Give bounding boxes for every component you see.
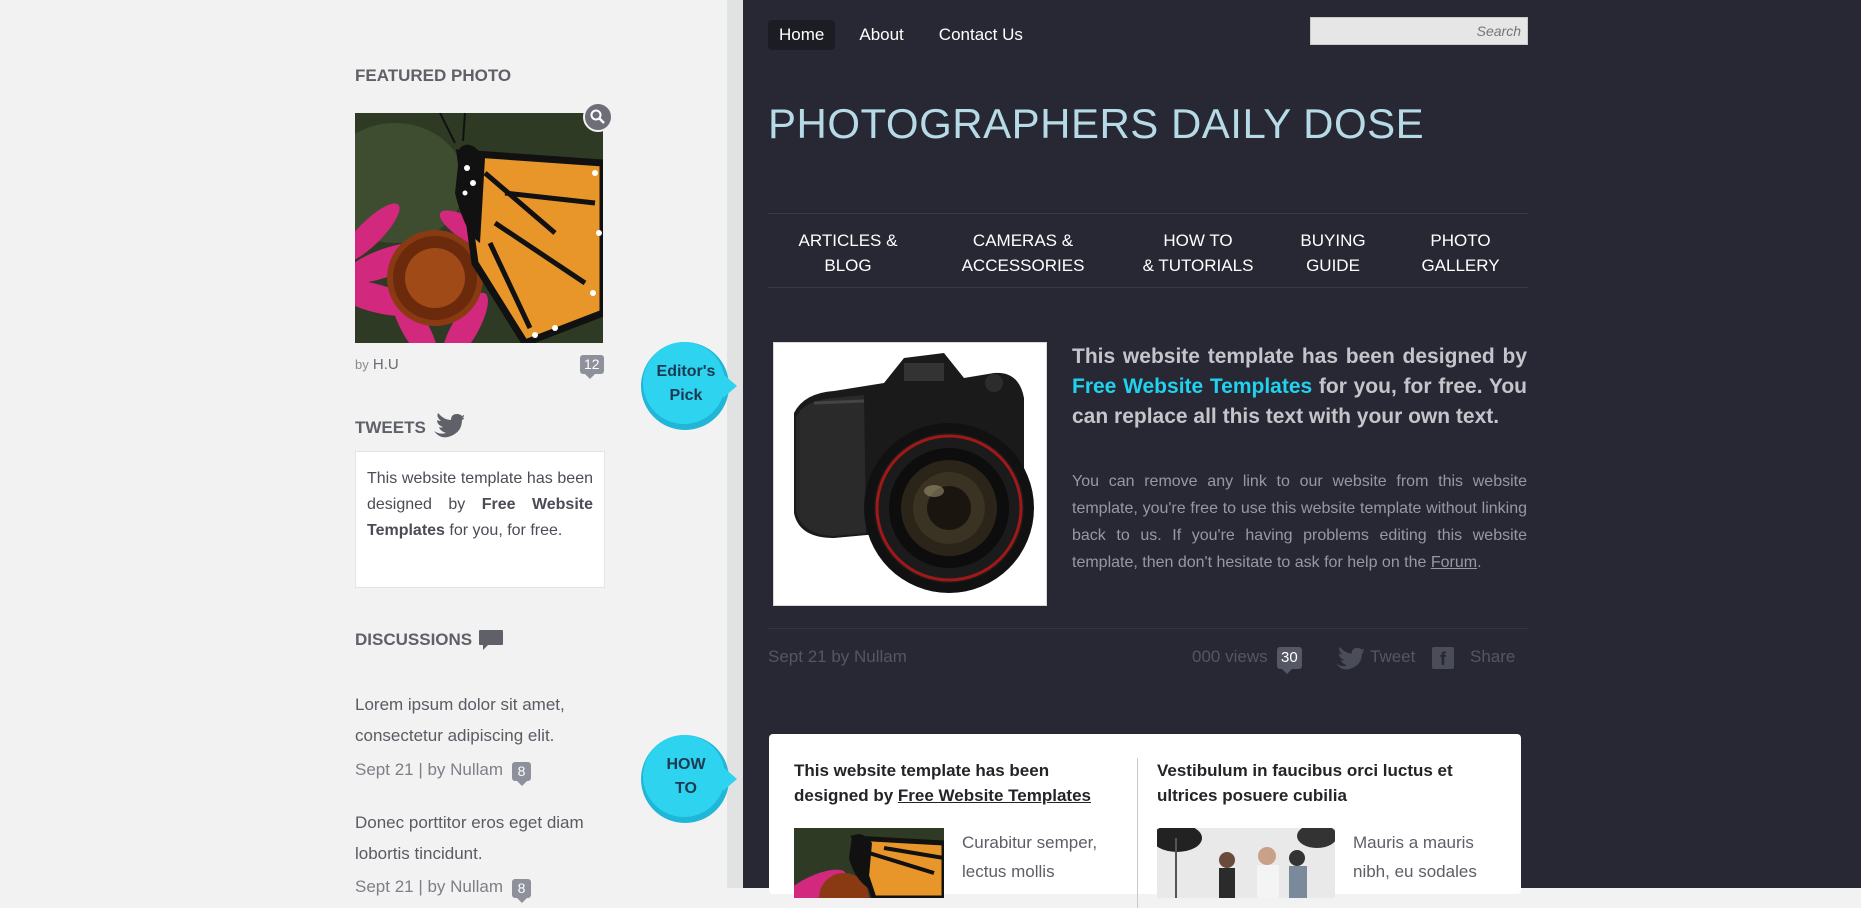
discussions-heading: DISCUSSIONS [355, 630, 473, 649]
share-link[interactable]: Share [1470, 647, 1515, 667]
card-separator [1137, 758, 1138, 908]
twitter-bird-icon [434, 413, 464, 438]
discussion-meta-2: Sept 21 | by Nullam [355, 877, 504, 896]
editors-pick-line1: Editor's [656, 363, 716, 380]
nav-contact-us[interactable]: Contact Us [928, 20, 1034, 50]
featured-photo-heading: FEATURED PHOTO [355, 66, 512, 85]
how-to-right-title[interactable]: Vestibulum in faucibus orci luctus et ul… [1157, 758, 1497, 808]
cat-buying-line1: BUYING [1300, 231, 1366, 250]
category-navigation: ARTICLES & BLOG CAMERAS & ACCESSORIES HO… [768, 213, 1528, 288]
how-to-badge: HOW TO [641, 735, 737, 825]
cat-cameras-accessories[interactable]: CAMERAS & ACCESSORIES [948, 228, 1098, 278]
tweet-text-end: for you, for free. [444, 522, 563, 539]
editors-pick-line2: Pick [669, 387, 703, 404]
how-to-left-text: Curabitur semper, lectus mollis [962, 833, 1098, 881]
photo-credit-by: by [355, 357, 369, 372]
discussion-meta-1: Sept 21 | by Nullam [355, 760, 504, 779]
cat-gallery-line2: GALLERY [1421, 256, 1500, 275]
cat-buying-line2: GUIDE [1306, 256, 1360, 275]
tweets-heading: TWEETS [355, 418, 426, 438]
tweets-heading-label: TWEETS [355, 418, 426, 437]
tweet-link[interactable]: Tweet [1370, 647, 1415, 667]
cat-how-to-tutorials[interactable]: HOW TO & TUTORIALS [1123, 228, 1273, 278]
divider [768, 628, 1528, 629]
cat-cameras-line1: CAMERAS & [972, 231, 1074, 250]
cat-buying-guide[interactable]: BUYING GUIDE [1288, 228, 1378, 278]
headline-text-start: This website template has been designed … [1072, 345, 1527, 368]
photo-credit: by H.U [355, 356, 399, 373]
forum-link[interactable]: Forum [1431, 554, 1477, 571]
butterfly-photo [355, 113, 603, 343]
discussion-count-2[interactable]: 8 [512, 879, 531, 903]
how-to-left-title[interactable]: This website template has been designed … [794, 758, 1114, 808]
headline-link[interactable]: Free Website Templates [1072, 375, 1312, 398]
camera-image [774, 343, 1046, 605]
left-title-link[interactable]: Free Website Templates [898, 786, 1091, 805]
nav-home[interactable]: Home [768, 20, 836, 50]
post-comment-count[interactable]: 30 [1277, 647, 1302, 674]
how-to-line1: HOW [666, 756, 706, 773]
cat-articles-blog[interactable]: ARTICLES & BLOG [793, 228, 903, 278]
discussion-count-1[interactable]: 8 [512, 762, 531, 786]
cat-articles-blog-line2: BLOG [824, 256, 872, 275]
body-text-end: . [1477, 554, 1482, 571]
nav-about[interactable]: About [848, 20, 914, 50]
cat-howto-line1: HOW TO [1163, 231, 1233, 250]
post-views: 000 views [1192, 647, 1268, 666]
editors-pick-body: You can remove any link to our website f… [1072, 468, 1527, 576]
how-to-right-text: Mauris a mauris nibh, eu sodales [1353, 833, 1477, 881]
cat-articles-blog-line1: ARTICLES & [798, 231, 898, 250]
cat-howto-line2: & TUTORIALS [1142, 256, 1254, 275]
search-input[interactable] [1310, 17, 1528, 45]
discussion-title-2[interactable]: Donec porttitor eros eget diam lobortis … [355, 807, 635, 869]
top-navigation: Home About Contact Us [768, 20, 1047, 50]
cat-photo-gallery[interactable]: PHOTO GALLERY [1413, 228, 1508, 278]
photo-author[interactable]: H.U [373, 356, 399, 373]
how-to-line2: TO [675, 780, 697, 797]
cat-gallery-line1: PHOTO [1430, 231, 1491, 250]
tweet-card: This website template has been designed … [355, 451, 605, 588]
speech-bubble-icon [479, 630, 503, 650]
site-title[interactable]: PHOTOGRAPHERS DAILY DOSE [768, 100, 1424, 148]
photo-comment-count[interactable]: 12 [580, 355, 604, 379]
twitter-icon[interactable] [1334, 647, 1364, 671]
facebook-icon[interactable]: f [1432, 647, 1454, 669]
featured-photo[interactable] [355, 113, 603, 343]
how-to-card: This website template has been designed … [769, 734, 1521, 908]
editors-pick-headline: This website template has been designed … [1072, 342, 1527, 432]
cat-cameras-line2: ACCESSORIES [961, 256, 1085, 275]
magnifier-icon [590, 109, 605, 124]
editors-pick-badge: Editor's Pick [641, 342, 737, 432]
discussion-title-1[interactable]: Lorem ipsum dolor sit amet, consectetur … [355, 689, 635, 751]
post-date-author: Sept 21 by Nullam [768, 647, 907, 666]
camera-photo[interactable] [773, 342, 1047, 606]
zoom-icon[interactable] [583, 102, 613, 132]
